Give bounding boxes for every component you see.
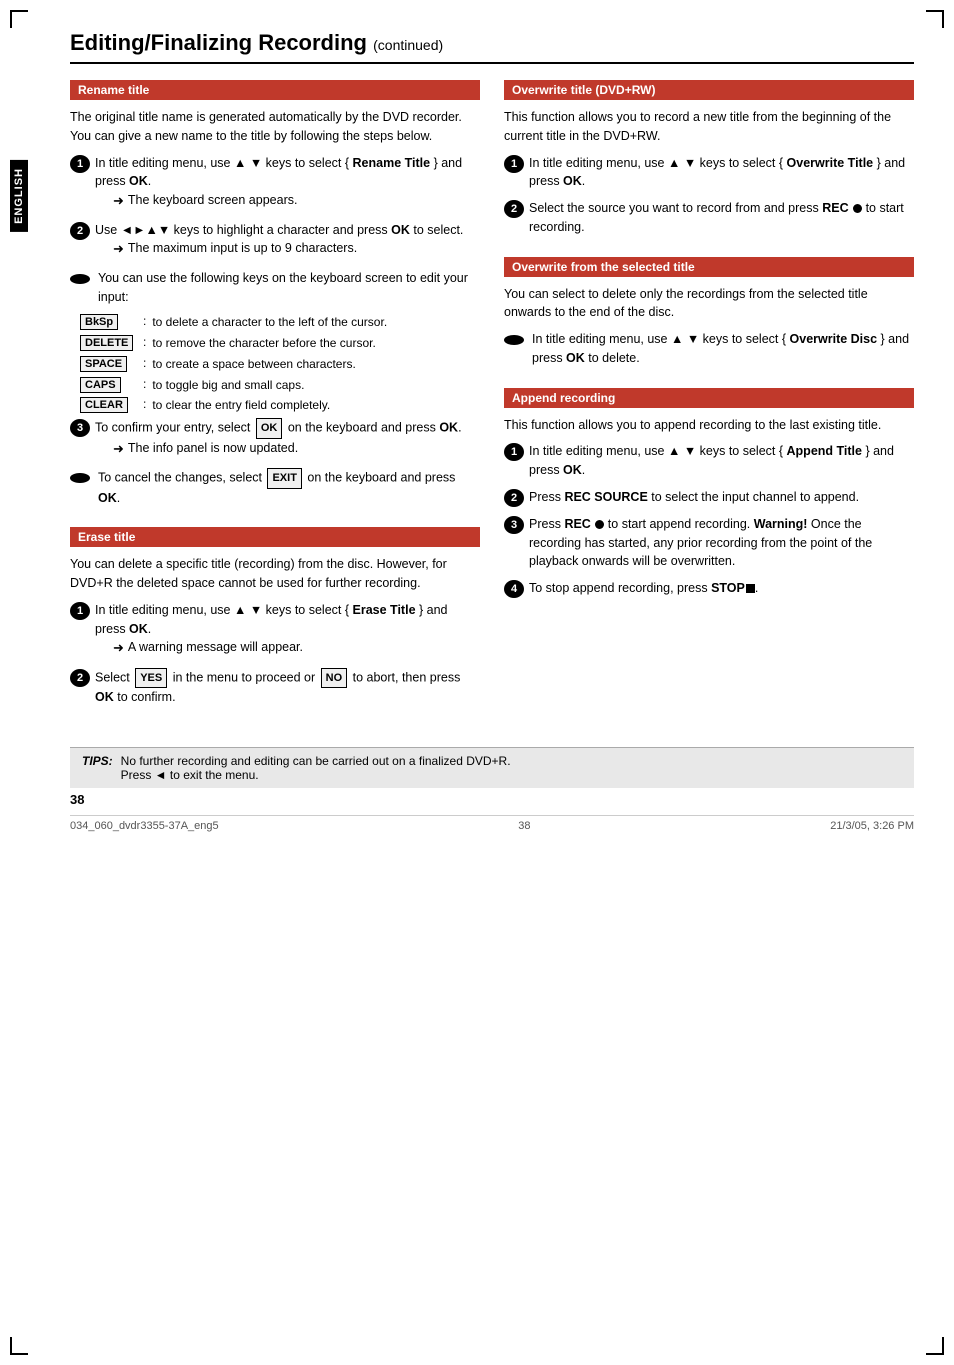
clear-key: CLEAR (80, 397, 128, 413)
overwrite-selected-content: In title editing menu, use ▲ ▼ keys to s… (532, 330, 914, 368)
overwrite-dvdrw-body: This function allows you to record a new… (504, 108, 914, 146)
key-row-bksp: BkSp : to delete a character to the left… (78, 314, 480, 331)
overwrite-dvdrw-section: Overwrite title (DVD+RW) This function a… (504, 80, 914, 237)
tips-section: TIPS: No further recording and editing c… (70, 747, 914, 788)
append-step-4-num: 4 (504, 580, 524, 598)
left-column: Rename title The original title name is … (70, 80, 480, 727)
append-recording-header: Append recording (504, 388, 914, 408)
append-step-4-content: To stop append recording, press STOP. (529, 579, 914, 598)
append-step-1-content: In title editing menu, use ▲ ▼ keys to s… (529, 442, 914, 480)
footer-left: 034_060_dvdr3355-37A_eng5 (70, 820, 219, 832)
rename-title-body: The original title name is generated aut… (70, 108, 480, 146)
overwrite-selected-bullet: In title editing menu, use ▲ ▼ keys to s… (504, 330, 914, 368)
append-step-3-content: Press REC to start append recording. War… (529, 515, 914, 571)
yes-key: YES (135, 668, 167, 689)
rename-title-section: Rename title The original title name is … (70, 80, 480, 507)
page-title: Editing/Finalizing Recording (continued) (70, 30, 914, 64)
erase-step-1-num: 1 (70, 602, 90, 620)
step-1-content: In title editing menu, use ▲ ▼ keys to s… (95, 154, 480, 213)
key-row-caps: CAPS : to toggle big and small caps. (78, 377, 480, 394)
step-1-num: 1 (70, 155, 90, 173)
bullet-keys-dot (70, 274, 90, 284)
footer: 034_060_dvdr3355-37A_eng5 38 21/3/05, 3:… (70, 815, 914, 832)
rename-bullet-keys: You can use the following keys on the ke… (70, 269, 480, 307)
append-recording-section: Append recording This function allows yo… (504, 388, 914, 599)
erase-title-section: Erase title You can delete a specific ti… (70, 527, 480, 707)
rename-title-header: Rename title (70, 80, 480, 100)
tips-text: No further recording and editing can be … (121, 754, 902, 782)
erase-step-1: 1 In title editing menu, use ▲ ▼ keys to… (70, 601, 480, 660)
overwrite-step-1: 1 In title editing menu, use ▲ ▼ keys to… (504, 154, 914, 192)
step-2-content: Use ◄►▲▼ keys to highlight a character a… (95, 221, 480, 261)
overwrite-step-2: 2 Select the source you want to record f… (504, 199, 914, 237)
overwrite-step-1-num: 1 (504, 155, 524, 173)
tips-label: TIPS: (82, 754, 113, 782)
page-number: 38 (70, 792, 914, 807)
step-3-content: To confirm your entry, select OK on the … (95, 418, 480, 460)
bullet-keys-content: You can use the following keys on the ke… (98, 269, 480, 307)
step-3-arrow: ➜ The info panel is now updated. (113, 439, 480, 459)
step-2-arrow: ➜ The maximum input is up to 9 character… (113, 239, 480, 259)
overwrite-dvdrw-header: Overwrite title (DVD+RW) (504, 80, 914, 100)
erase-step-2: 2 Select YES in the menu to proceed or N… (70, 668, 480, 707)
overwrite-selected-section: Overwrite from the selected title You ca… (504, 257, 914, 368)
cancel-content: To cancel the changes, select EXIT on th… (98, 468, 480, 507)
overwrite-step-2-num: 2 (504, 200, 524, 218)
step-3-num: 3 (70, 419, 90, 437)
rename-step-2: 2 Use ◄►▲▼ keys to highlight a character… (70, 221, 480, 261)
overwrite-selected-body: You can select to delete only the record… (504, 285, 914, 323)
erase-step-2-content: Select YES in the menu to proceed or NO … (95, 668, 480, 707)
caps-key: CAPS (80, 377, 121, 393)
no-key: NO (321, 668, 348, 689)
right-column: Overwrite title (DVD+RW) This function a… (504, 80, 914, 727)
exit-key: EXIT (267, 468, 301, 489)
append-step-1: 1 In title editing menu, use ▲ ▼ keys to… (504, 442, 914, 480)
append-step-2-num: 2 (504, 489, 524, 507)
overwrite-selected-header: Overwrite from the selected title (504, 257, 914, 277)
key-row-clear: CLEAR : to clear the entry field complet… (78, 397, 480, 414)
delete-key: DELETE (80, 335, 133, 351)
stop-square (746, 584, 755, 593)
erase-title-header: Erase title (70, 527, 480, 547)
append-step-3: 3 Press REC to start append recording. W… (504, 515, 914, 571)
overwrite-selected-dot (504, 335, 524, 345)
cancel-step: To cancel the changes, select EXIT on th… (70, 468, 480, 507)
overwrite-step-1-content: In title editing menu, use ▲ ▼ keys to s… (529, 154, 914, 192)
bksp-key: BkSp (80, 314, 118, 330)
step-1-arrow: ➜ The keyboard screen appears. (113, 191, 480, 211)
key-row-space: SPACE : to create a space between charac… (78, 356, 480, 373)
space-key: SPACE (80, 356, 127, 372)
erase-step-1-arrow: ➜ A warning message will appear. (113, 638, 480, 658)
append-step-3-num: 3 (504, 516, 524, 534)
rec-circle-1 (853, 204, 862, 213)
rec-circle-2 (595, 520, 604, 529)
key-table: BkSp : to delete a character to the left… (78, 314, 480, 414)
append-step-1-num: 1 (504, 443, 524, 461)
key-row-delete: DELETE : to remove the character before … (78, 335, 480, 352)
erase-step-2-num: 2 (70, 669, 90, 687)
overwrite-step-2-content: Select the source you want to record fro… (529, 199, 914, 237)
erase-title-body: You can delete a specific title (recordi… (70, 555, 480, 593)
append-recording-body: This function allows you to append recor… (504, 416, 914, 435)
append-step-4: 4 To stop append recording, press STOP. (504, 579, 914, 598)
rename-step-3: 3 To confirm your entry, select OK on th… (70, 418, 480, 460)
step-2-num: 2 (70, 222, 90, 240)
footer-center: 38 (518, 820, 530, 832)
warning-label: Warning! (754, 517, 808, 531)
ok-key: OK (256, 418, 283, 439)
append-step-2: 2 Press REC SOURCE to select the input c… (504, 488, 914, 507)
append-step-2-content: Press REC SOURCE to select the input cha… (529, 488, 914, 507)
rename-step-1: 1 In title editing menu, use ▲ ▼ keys to… (70, 154, 480, 213)
cancel-bullet (70, 473, 90, 483)
footer-right: 21/3/05, 3:26 PM (830, 820, 914, 832)
erase-step-1-content: In title editing menu, use ▲ ▼ keys to s… (95, 601, 480, 660)
